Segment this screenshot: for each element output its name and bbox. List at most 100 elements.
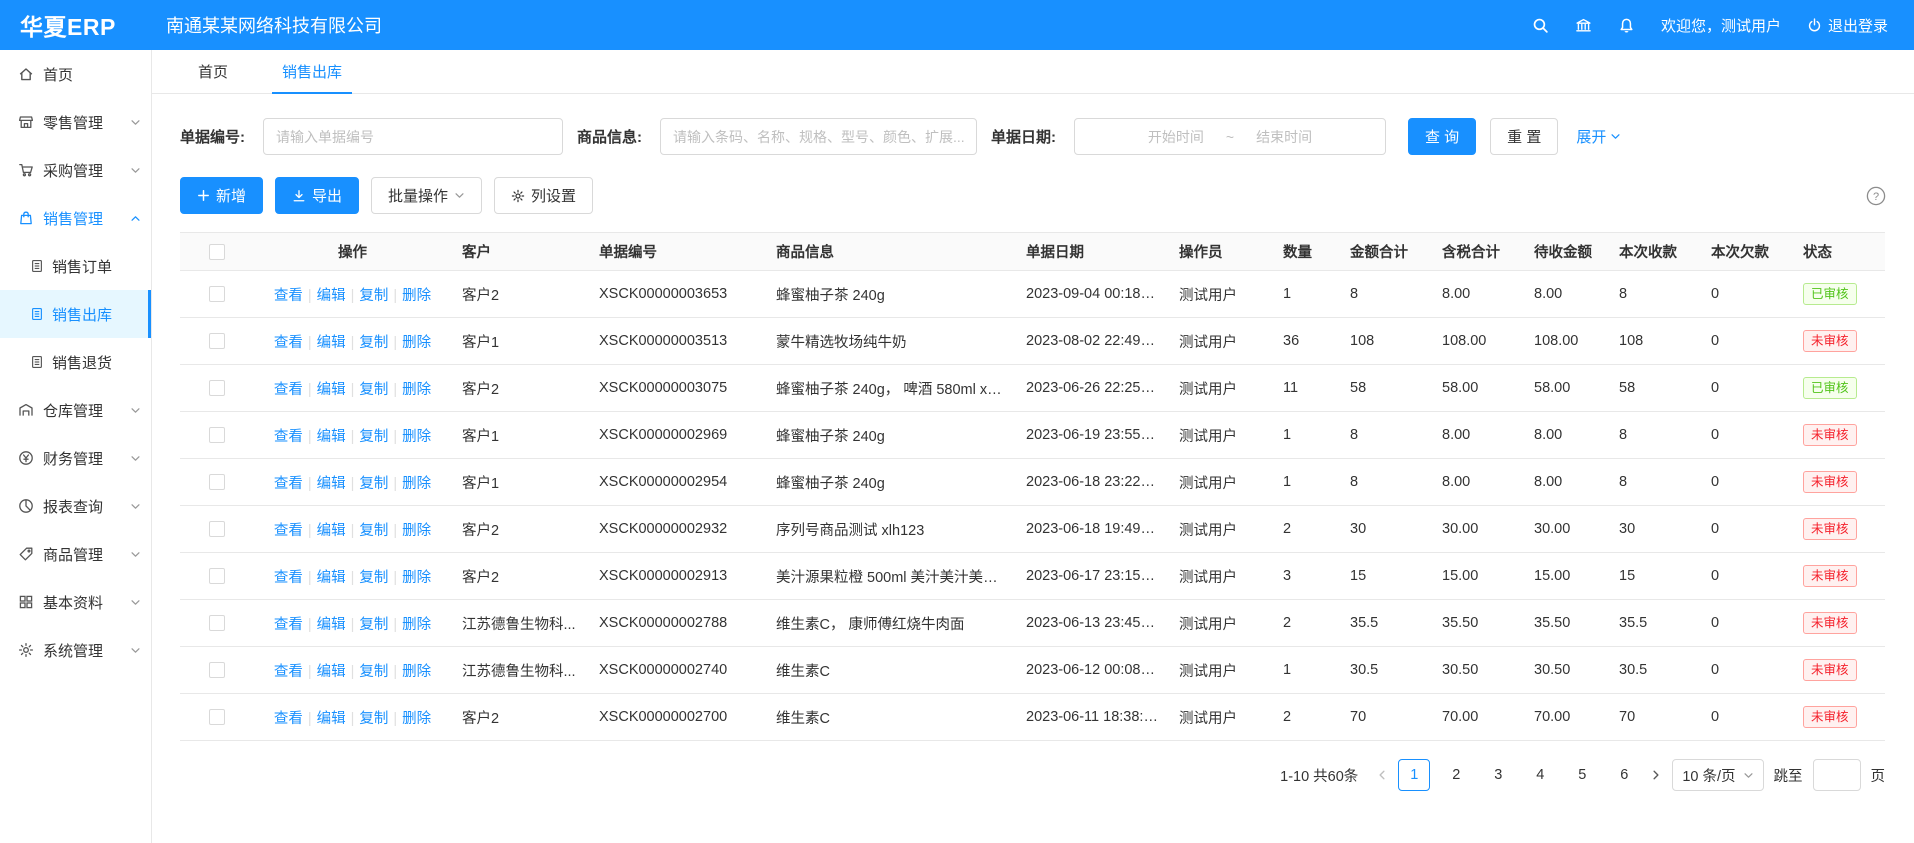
sidebar-item-finance[interactable]: 财务管理 [0,434,151,482]
search-button[interactable]: 查 询 [1408,118,1476,155]
sidebar-item-sales[interactable]: 销售管理 [0,194,151,242]
help-icon[interactable]: ? [1866,186,1886,206]
edit-link[interactable]: 编辑 [317,711,346,727]
sidebar-item-purchase[interactable]: 采购管理 [0,146,151,194]
delete-link[interactable]: 删除 [402,523,431,539]
edit-link[interactable]: 编辑 [317,664,346,680]
jump-page-input[interactable] [1813,759,1861,791]
edit-link[interactable]: 编辑 [317,335,346,351]
row-checkbox[interactable] [209,474,225,490]
sidebar-item-retail[interactable]: 零售管理 [0,98,151,146]
row-checkbox[interactable] [209,662,225,678]
page-button-4[interactable]: 4 [1524,759,1556,791]
page-button-1[interactable]: 1 [1398,759,1430,791]
delete-link[interactable]: 删除 [402,711,431,727]
row-checkbox[interactable] [209,615,225,631]
row-checkbox[interactable] [209,380,225,396]
page-button-2[interactable]: 2 [1440,759,1472,791]
notification-bell-icon[interactable] [1618,17,1635,34]
edit-link[interactable]: 编辑 [317,570,346,586]
column-settings-button[interactable]: 列设置 [494,177,593,214]
sidebar-item-warehouse[interactable]: 仓库管理 [0,386,151,434]
sidebar-subitem-sales-return[interactable]: 销售退货 [0,338,151,386]
edit-link[interactable]: 编辑 [317,288,346,304]
sidebar-item-system[interactable]: 系统管理 [0,626,151,674]
view-link[interactable]: 查看 [274,523,303,539]
row-checkbox[interactable] [209,521,225,537]
row-checkbox[interactable] [209,286,225,302]
sidebar-subitem-sales-out[interactable]: 销售出库 [0,290,151,338]
copy-link[interactable]: 复制 [359,382,388,398]
cell-status: 未审核 [1793,318,1885,365]
search-icon[interactable] [1532,17,1549,34]
delete-link[interactable]: 删除 [402,335,431,351]
page-size-select[interactable]: 10 条/页 [1672,759,1763,791]
action-separator: | [308,382,312,398]
edit-link[interactable]: 编辑 [317,429,346,445]
row-checkbox[interactable] [209,427,225,443]
add-button[interactable]: 新增 [180,177,263,214]
logout-button[interactable]: 退出登录 [1807,15,1888,36]
edit-link[interactable]: 编辑 [317,476,346,492]
copy-link[interactable]: 复制 [359,664,388,680]
copy-link[interactable]: 复制 [359,429,388,445]
edit-link[interactable]: 编辑 [317,523,346,539]
row-checkbox[interactable] [209,333,225,349]
edit-link[interactable]: 编辑 [317,382,346,398]
cell-customer: 客户2 [452,365,589,412]
view-link[interactable]: 查看 [274,429,303,445]
date-range-picker[interactable]: 开始时间 ~ 结束时间 [1074,118,1386,155]
page-button-5[interactable]: 5 [1566,759,1598,791]
view-link[interactable]: 查看 [274,711,303,727]
row-checkbox[interactable] [209,568,225,584]
delete-link[interactable]: 删除 [402,429,431,445]
batch-operations-button[interactable]: 批量操作 [371,177,482,214]
column-header-2: 单据编号 [589,233,766,271]
view-link[interactable]: 查看 [274,617,303,633]
delete-link[interactable]: 删除 [402,570,431,586]
view-link[interactable]: 查看 [274,570,303,586]
copy-link[interactable]: 复制 [359,570,388,586]
platform-icon[interactable] [1575,17,1592,34]
view-link[interactable]: 查看 [274,476,303,492]
action-separator: | [393,711,397,727]
delete-link[interactable]: 删除 [402,617,431,633]
export-button[interactable]: 导出 [275,177,359,214]
sidebar-item-basic[interactable]: 基本资料 [0,578,151,626]
page-button-3[interactable]: 3 [1482,759,1514,791]
copy-link[interactable]: 复制 [359,476,388,492]
expand-link[interactable]: 展开 [1576,126,1621,147]
delete-link[interactable]: 删除 [402,476,431,492]
copy-link[interactable]: 复制 [359,711,388,727]
view-link[interactable]: 查看 [274,335,303,351]
tab-home[interactable]: 首页 [188,50,238,94]
prev-page-button[interactable] [1376,769,1388,781]
delete-link[interactable]: 删除 [402,664,431,680]
view-link[interactable]: 查看 [274,382,303,398]
tab-sales-out[interactable]: 销售出库 [272,50,352,94]
sales-out-table: 操作客户单据编号商品信息单据日期操作员数量金额合计含税合计待收金额本次收款本次欠… [180,232,1885,741]
status-badge: 未审核 [1803,612,1857,635]
row-checkbox[interactable] [209,709,225,725]
product-info-input[interactable] [660,118,977,155]
bill-no-input[interactable] [263,118,563,155]
delete-link[interactable]: 删除 [402,382,431,398]
logout-label: 退出登录 [1828,15,1888,36]
page-button-6[interactable]: 6 [1608,759,1640,791]
sidebar-subitem-sales-order[interactable]: 销售订单 [0,242,151,290]
sidebar-item-report[interactable]: 报表查询 [0,482,151,530]
view-link[interactable]: 查看 [274,664,303,680]
view-link[interactable]: 查看 [274,288,303,304]
copy-link[interactable]: 复制 [359,288,388,304]
cell-pending: 35.50 [1524,600,1609,647]
select-all-checkbox[interactable] [209,244,225,260]
copy-link[interactable]: 复制 [359,523,388,539]
edit-link[interactable]: 编辑 [317,617,346,633]
reset-button[interactable]: 重 置 [1490,118,1558,155]
sidebar-item-goods[interactable]: 商品管理 [0,530,151,578]
copy-link[interactable]: 复制 [359,335,388,351]
copy-link[interactable]: 复制 [359,617,388,633]
next-page-button[interactable] [1650,769,1662,781]
delete-link[interactable]: 删除 [402,288,431,304]
sidebar-item-home[interactable]: 首页 [0,50,151,98]
